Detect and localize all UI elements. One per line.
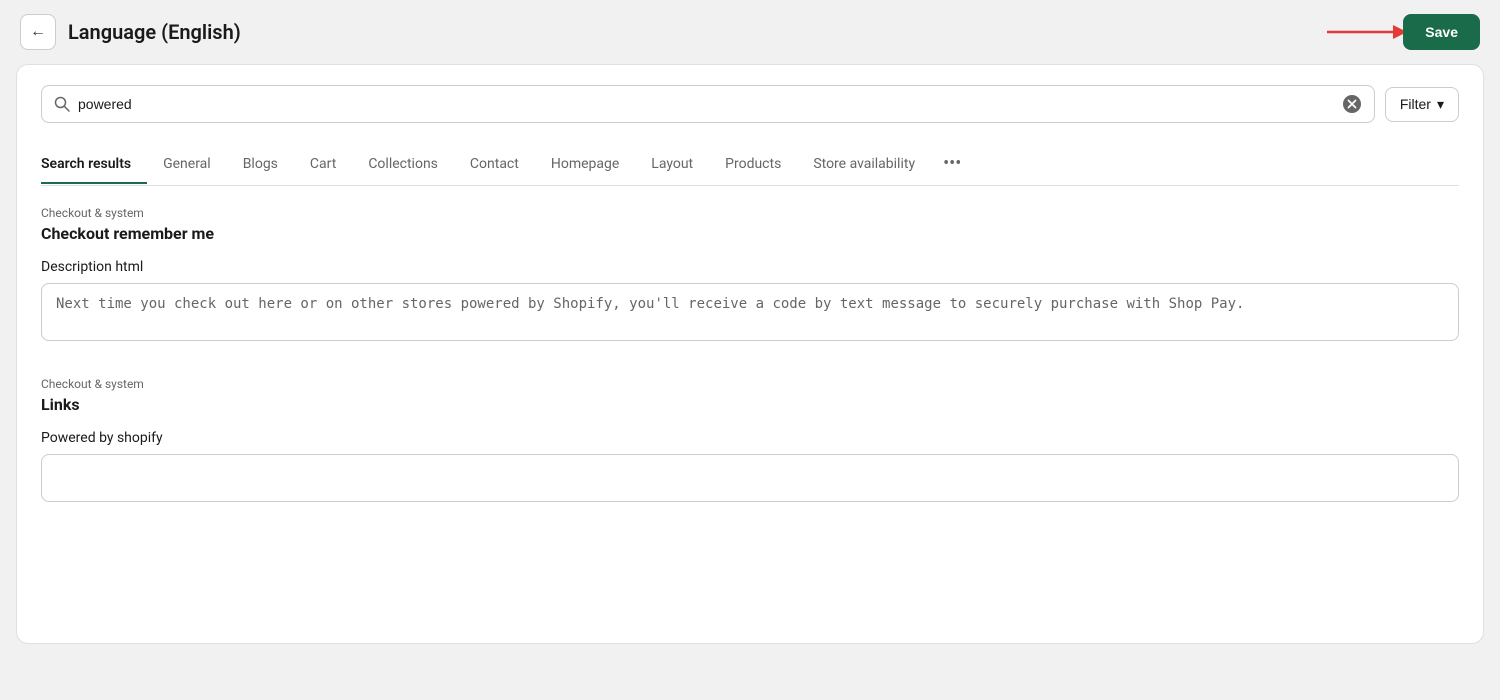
save-area: Save bbox=[1403, 14, 1480, 50]
tabs-more-button[interactable]: ••• bbox=[931, 143, 973, 186]
tab-layout[interactable]: Layout bbox=[635, 146, 709, 184]
section-links: Checkout & system Links Powered by shopi… bbox=[41, 377, 1459, 502]
tab-products[interactable]: Products bbox=[709, 146, 797, 184]
search-row: Filter ▾ bbox=[41, 85, 1459, 123]
tab-contact[interactable]: Contact bbox=[454, 146, 535, 184]
field-2-label: Powered by shopify bbox=[41, 430, 1459, 446]
field-description-html[interactable]: Next time you check out here or on other… bbox=[41, 283, 1459, 341]
filter-label: Filter bbox=[1400, 96, 1431, 112]
clear-icon bbox=[1342, 94, 1362, 114]
search-input[interactable] bbox=[78, 96, 1334, 112]
back-button[interactable]: ← bbox=[20, 14, 56, 50]
save-button[interactable]: Save bbox=[1403, 14, 1480, 50]
section-1-category: Checkout & system bbox=[41, 206, 1459, 220]
section-checkout-remember: Checkout & system Checkout remember me D… bbox=[41, 206, 1459, 345]
section-1-title: Checkout remember me bbox=[41, 224, 1459, 243]
tab-search-results[interactable]: Search results bbox=[41, 146, 147, 184]
main-card: Filter ▾ Search results General Blogs Ca… bbox=[16, 64, 1484, 644]
tab-store-availability[interactable]: Store availability bbox=[797, 146, 931, 184]
tab-blogs[interactable]: Blogs bbox=[227, 146, 294, 184]
tabs-row: Search results General Blogs Cart Collec… bbox=[41, 143, 1459, 186]
tab-general[interactable]: General bbox=[147, 146, 227, 184]
search-icon bbox=[54, 96, 70, 112]
clear-button[interactable] bbox=[1342, 94, 1362, 114]
page-header: ← Language (English) Save bbox=[0, 0, 1500, 64]
section-2-title: Links bbox=[41, 395, 1459, 414]
content-area: Checkout & system Checkout remember me D… bbox=[41, 186, 1459, 502]
filter-chevron-icon: ▾ bbox=[1437, 96, 1444, 113]
page-title: Language (English) bbox=[68, 20, 241, 44]
search-wrapper[interactable] bbox=[41, 85, 1375, 123]
field-powered-by-shopify[interactable] bbox=[41, 454, 1459, 502]
tab-collections[interactable]: Collections bbox=[352, 146, 454, 184]
filter-button[interactable]: Filter ▾ bbox=[1385, 87, 1459, 122]
header-left: ← Language (English) bbox=[20, 14, 241, 50]
section-2-category: Checkout & system bbox=[41, 377, 1459, 391]
tab-cart[interactable]: Cart bbox=[294, 146, 352, 184]
tab-homepage[interactable]: Homepage bbox=[535, 146, 635, 184]
arrow-annotation bbox=[1327, 18, 1407, 46]
field-1-label: Description html bbox=[41, 259, 1459, 275]
